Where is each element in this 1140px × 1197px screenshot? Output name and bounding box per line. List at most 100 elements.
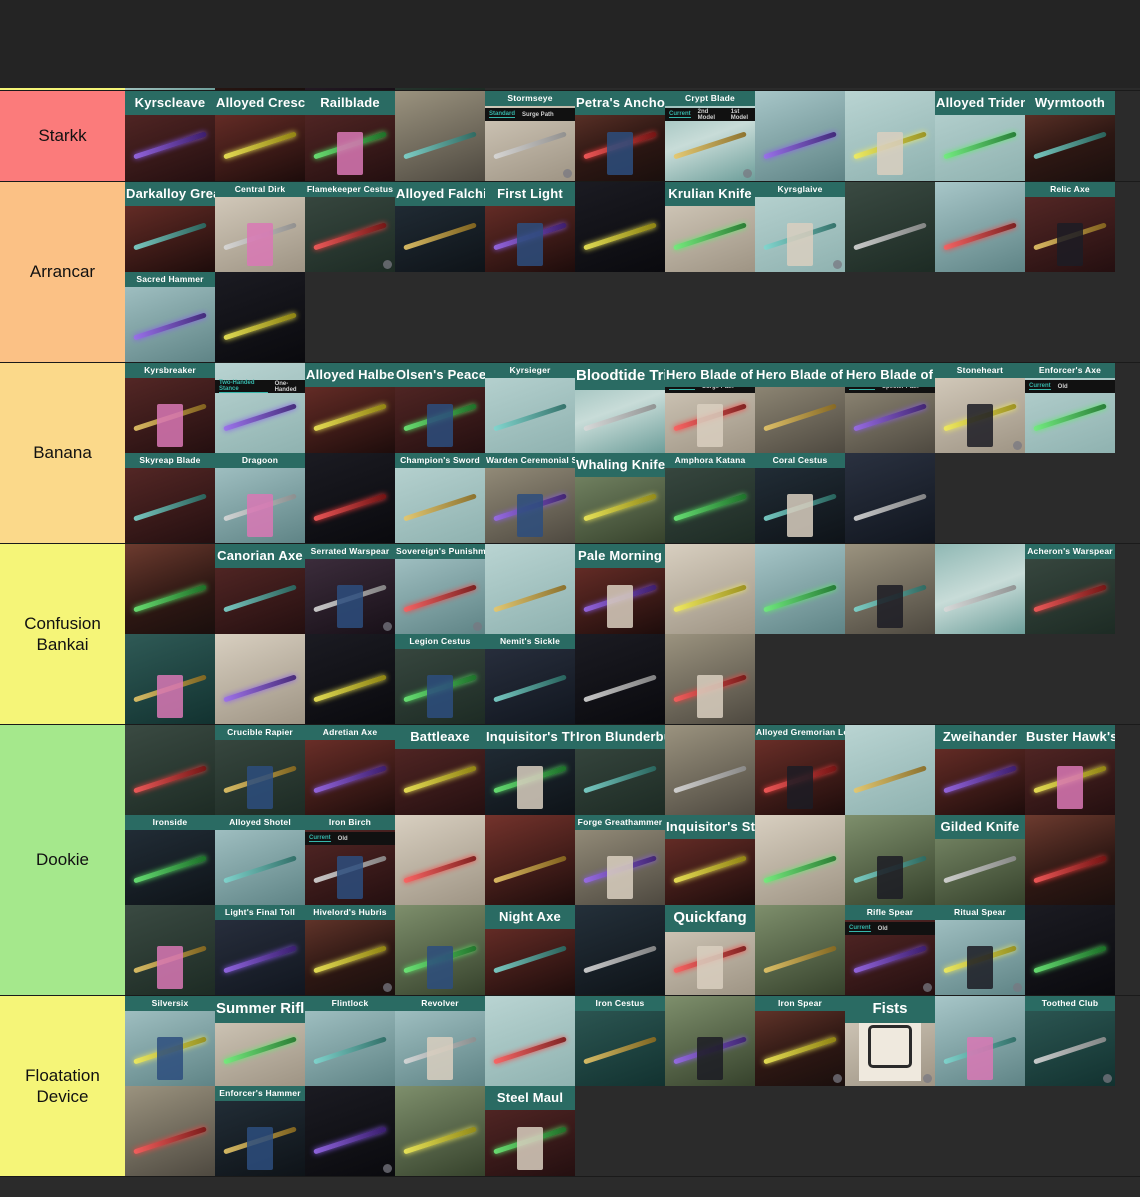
tier-item-card[interactable] <box>125 544 215 634</box>
tier-item-card[interactable]: Dragoon <box>215 453 305 543</box>
tier-item-card[interactable]: Amphora Katana <box>665 453 755 543</box>
tier-item-card[interactable] <box>665 544 755 634</box>
tier-item-card[interactable]: Nemit's Sickle <box>485 634 575 724</box>
tier-item-card[interactable]: Railblade <box>305 91 395 181</box>
tier-label[interactable]: Ice Bankai <box>0 0 125 90</box>
item-variant-tab[interactable]: Surge Path <box>522 112 554 118</box>
tier-item-card[interactable]: Hivelord's Hubris <box>305 905 395 995</box>
tier-item-card[interactable] <box>755 544 845 634</box>
item-variant-tabs[interactable]: Current 2nd Model 1st Model <box>665 108 755 121</box>
tier-item-card[interactable]: Toothed Club <box>1025 996 1115 1086</box>
item-variant-tab[interactable]: Normal <box>129 20 150 27</box>
tier-item-card[interactable]: Silversix <box>125 996 215 1086</box>
item-variant-tab[interactable]: Current <box>1029 383 1051 390</box>
tier-item-card[interactable]: Steel Maul <box>485 1086 575 1176</box>
tier-item-card[interactable] <box>395 91 485 181</box>
tier-item-card[interactable]: Iron Birch Current Old <box>305 815 395 905</box>
tier-item-card[interactable]: Crucible Rapier <box>215 725 305 815</box>
tier-item-card[interactable]: Sacred Hammer <box>125 272 215 362</box>
tier-label[interactable]: Starkk <box>0 91 125 181</box>
tier-item-card[interactable]: Iron Blunderbuss <box>575 725 665 815</box>
tier-item-card[interactable] <box>215 0 305 90</box>
item-variant-tab[interactable]: One-Handed <box>275 381 305 393</box>
tier-item-card[interactable]: Alloyed Falchion <box>395 182 485 272</box>
tier-item-card[interactable]: Inquisitor's Straight Sword <box>665 815 755 905</box>
tier-item-card[interactable] <box>665 725 755 815</box>
tier-item-card[interactable] <box>845 182 935 272</box>
tier-item-card[interactable] <box>755 91 845 181</box>
tier-item-card[interactable]: Central Dirk <box>215 182 305 272</box>
tier-item-card[interactable]: Enforcer's Axe Current Old <box>1025 363 1115 453</box>
tier-item-card[interactable]: Gran Sudaruska Normal Crystal <box>125 0 215 90</box>
tier-item-card[interactable]: Kyrscleave <box>125 91 215 181</box>
tier-item-card[interactable] <box>845 725 935 815</box>
tier-item-card[interactable]: Relic Axe <box>1025 182 1115 272</box>
item-variant-tabs[interactable]: Current Old <box>845 922 935 935</box>
tier-item-card[interactable] <box>575 634 665 724</box>
tier-item-card[interactable]: Ritual Spear <box>935 905 1025 995</box>
tier-item-card[interactable]: Wyrmtooth <box>1025 91 1115 181</box>
tier-item-card[interactable]: Skyreap Blade <box>125 453 215 543</box>
tier-item-card[interactable]: Alloyed Crescent Cleaver <box>215 91 305 181</box>
tier-item-card[interactable]: Iron Spear <box>755 996 845 1086</box>
tier-item-card[interactable]: Bloodtide Trident <box>575 363 665 453</box>
tier-item-card[interactable]: Kyrsbreaker <box>125 363 215 453</box>
tier-item-card[interactable]: First Light <box>485 182 575 272</box>
item-variant-tab[interactable]: Old <box>878 926 888 932</box>
tier-item-card[interactable]: Battleaxe <box>395 725 485 815</box>
tier-item-card[interactable]: Legion Cestus <box>395 634 485 724</box>
tier-item-card[interactable]: Stormseye Standard Surge Path <box>485 91 575 181</box>
item-variant-tab[interactable]: 1st Model <box>731 109 755 121</box>
tier-label[interactable]: Dookie <box>0 725 125 995</box>
tier-item-card[interactable]: Buster Hawk's Handaxe <box>1025 725 1115 815</box>
tier-item-card[interactable] <box>935 182 1025 272</box>
tier-item-card[interactable]: Hero Blade of Shadow <box>755 363 845 453</box>
tier-item-card[interactable]: Forge Greathammer <box>575 815 665 905</box>
tier-item-card[interactable]: Inquisitor's Thornblade <box>485 725 575 815</box>
tier-item-card[interactable]: Kyrsieger <box>485 363 575 453</box>
tier-item-card[interactable]: Iron Cestus <box>575 996 665 1086</box>
tier-item-card[interactable]: Alloyed Shotel <box>215 815 305 905</box>
tier-item-card[interactable] <box>395 1086 485 1176</box>
tier-item-card[interactable]: Alloyed Gremorian Longspear <box>755 725 845 815</box>
item-variant-tab[interactable]: Current <box>309 835 331 842</box>
tier-item-card[interactable] <box>755 815 845 905</box>
tier-item-card[interactable]: Gilded Knife <box>935 815 1025 905</box>
tier-item-card[interactable] <box>935 996 1025 1086</box>
tier-item-card[interactable]: Summer Rifle <box>215 996 305 1086</box>
tier-item-card[interactable] <box>1025 905 1115 995</box>
tier-label[interactable]: Floatation Device <box>0 996 125 1176</box>
tier-item-card[interactable]: Ironside <box>125 815 215 905</box>
tier-item-card[interactable]: Stoneheart <box>935 363 1025 453</box>
tier-item-card[interactable]: Alloyed Trident Spear <box>935 91 1025 181</box>
tier-item-card[interactable]: Coral Cestus <box>755 453 845 543</box>
tier-item-card[interactable] <box>845 453 935 543</box>
tier-item-card[interactable] <box>125 905 215 995</box>
tier-item-card[interactable] <box>305 1086 395 1176</box>
tier-item-card[interactable]: Acheron's Warspear <box>1025 544 1115 634</box>
tier-item-card[interactable] <box>755 905 845 995</box>
tier-item-card[interactable] <box>935 544 1025 634</box>
tier-item-card[interactable]: Darkalloy Greatsword <box>125 182 215 272</box>
tier-item-card[interactable] <box>305 453 395 543</box>
tier-item-card[interactable]: Hero Blade of WindStandardSpecter Path <box>845 363 935 453</box>
tier-item-card[interactable]: Flamekeeper Cestus <box>305 182 395 272</box>
tier-item-card[interactable]: Warden Ceremonial Sword <box>485 453 575 543</box>
tier-item-card[interactable] <box>575 905 665 995</box>
tier-item-card[interactable]: Enforcer's Hammer <box>215 1086 305 1176</box>
item-variant-tab[interactable]: Old <box>338 836 348 842</box>
tier-item-card[interactable] <box>125 1086 215 1176</box>
tier-item-card[interactable]: Adretian Axe <box>305 725 395 815</box>
tier-item-card[interactable]: Purple Cloud <box>305 0 395 90</box>
tier-item-card[interactable]: Hero Blade of LightningStandardSurge Pat… <box>665 363 755 453</box>
tier-item-card[interactable]: Zweihander <box>935 725 1025 815</box>
tier-item-card[interactable] <box>1025 815 1115 905</box>
tier-item-card[interactable] <box>845 91 935 181</box>
item-variant-tabs[interactable]: Current Old <box>1025 380 1115 393</box>
tier-label[interactable]: Arrancar <box>0 182 125 362</box>
item-variant-tab[interactable]: Standard <box>489 111 516 118</box>
tier-item-card[interactable]: Night Axe <box>485 905 575 995</box>
tier-item-card[interactable] <box>485 544 575 634</box>
tier-item-card[interactable]: Krulian Knife <box>665 182 755 272</box>
tier-item-card[interactable]: Fists <box>845 996 935 1086</box>
